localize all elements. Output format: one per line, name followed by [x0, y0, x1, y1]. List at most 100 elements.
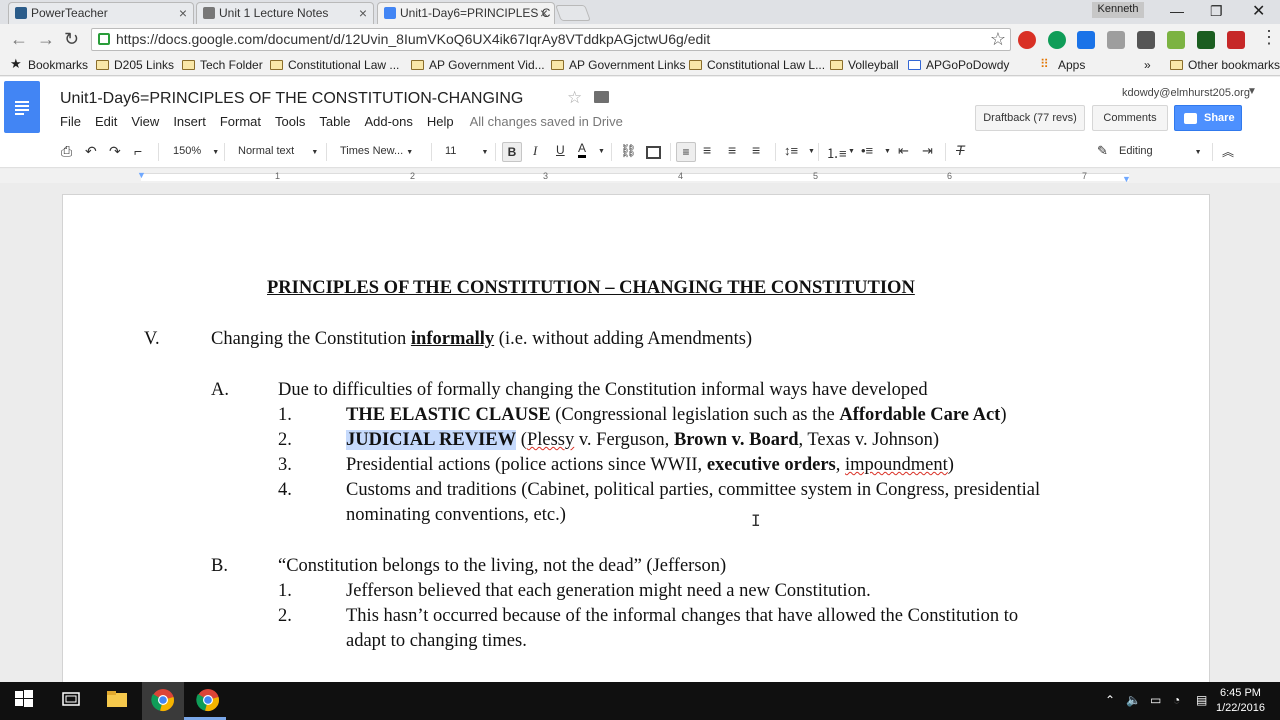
- decrease-indent-icon[interactable]: ⇤: [898, 143, 909, 159]
- wifi-icon[interactable]: ◔: [1173, 693, 1180, 707]
- document-title[interactable]: Unit1-Day6=PRINCIPLES OF THE CONSTITUTIO…: [60, 90, 523, 108]
- extension-icon[interactable]: [1137, 31, 1155, 49]
- chrome-icon[interactable]: [151, 688, 177, 714]
- bookmark-folder[interactable]: AP Government Links: [551, 58, 686, 72]
- battery-icon[interactable]: ▭: [1150, 693, 1161, 707]
- minimize-icon[interactable]: —: [1170, 3, 1184, 19]
- folder-icon[interactable]: [594, 91, 609, 103]
- bookmark-folder[interactable]: Volleyball: [830, 58, 899, 72]
- font-size-select[interactable]: 11 ▼: [445, 145, 488, 157]
- line-spacing-icon[interactable]: ↕≡: [784, 143, 798, 158]
- justify-icon[interactable]: ≡: [752, 142, 760, 158]
- tab-powerteacher[interactable]: PowerTeacher ×: [8, 2, 194, 24]
- bookmark-folder[interactable]: Constitutional Law L...: [689, 58, 825, 72]
- extension-icon[interactable]: [1227, 31, 1245, 49]
- numbered-list-icon[interactable]: ⒈≡: [826, 143, 847, 162]
- bookmark-link[interactable]: APGoPoDowdy: [908, 58, 1009, 72]
- star-icon[interactable]: ☆: [567, 88, 582, 108]
- bookmark-folder[interactable]: Tech Folder: [182, 58, 263, 72]
- menu-addons[interactable]: Add-ons: [364, 114, 412, 129]
- align-right-icon[interactable]: ≡: [728, 142, 736, 158]
- indent-marker-icon[interactable]: ▼: [137, 170, 146, 180]
- system-clock[interactable]: 6:45 PM 1/22/2016: [1216, 686, 1265, 716]
- menu-tools[interactable]: Tools: [275, 114, 305, 129]
- align-left-button[interactable]: ≡: [676, 142, 696, 162]
- docs-logo-icon[interactable]: [4, 81, 40, 133]
- draftback-button[interactable]: Draftback (77 revs): [975, 105, 1085, 131]
- new-tab-button[interactable]: [555, 5, 591, 21]
- volume-icon[interactable]: 🔈: [1126, 693, 1141, 707]
- menu-view[interactable]: View: [131, 114, 159, 129]
- increase-indent-icon[interactable]: ⇥: [922, 143, 933, 159]
- account-email[interactable]: kdowdy@elmhurst205.org: [1122, 87, 1250, 99]
- adblock-icon[interactable]: [1018, 31, 1036, 49]
- chevron-down-icon[interactable]: ▼: [1247, 86, 1257, 97]
- close-icon[interactable]: ×: [179, 5, 187, 21]
- menu-insert[interactable]: Insert: [173, 114, 206, 129]
- close-window-icon[interactable]: ✕: [1252, 1, 1265, 21]
- chevron-down-icon[interactable]: ▼: [884, 148, 891, 155]
- chevron-down-icon[interactable]: ▼: [808, 148, 815, 155]
- align-center-icon[interactable]: ≡: [703, 142, 711, 158]
- profile-badge[interactable]: Kenneth: [1092, 2, 1144, 18]
- extension-icon[interactable]: [1167, 31, 1185, 49]
- document-page[interactable]: PRINCIPLES OF THE CONSTITUTION – CHANGIN…: [62, 194, 1210, 682]
- tab-lecture-notes[interactable]: Unit 1 Lecture Notes ×: [196, 2, 374, 24]
- back-icon[interactable]: ←: [10, 29, 28, 50]
- comments-button[interactable]: Comments: [1092, 105, 1168, 131]
- bookmarks-button[interactable]: ★ Bookmarks: [10, 56, 88, 72]
- menu-icon[interactable]: ⋮: [1260, 27, 1278, 48]
- bookmarks-overflow[interactable]: »: [1144, 58, 1151, 72]
- menu-help[interactable]: Help: [427, 114, 454, 129]
- chevron-up-icon[interactable]: ⌃: [1105, 693, 1115, 707]
- chevron-down-icon[interactable]: ▼: [848, 148, 855, 155]
- bookmark-folder[interactable]: Constitutional Law ...: [270, 58, 399, 72]
- comment-icon[interactable]: [646, 146, 661, 159]
- underline-button[interactable]: U: [556, 143, 565, 157]
- bookmark-folder[interactable]: Other bookmarks: [1170, 58, 1280, 72]
- extension-icon[interactable]: [1197, 31, 1215, 49]
- menu-table[interactable]: Table: [319, 114, 350, 129]
- style-select[interactable]: Normal text ▼: [238, 145, 318, 157]
- close-icon[interactable]: ×: [359, 5, 367, 21]
- editing-mode-select[interactable]: Editing ▼: [1119, 145, 1202, 157]
- bold-button[interactable]: B: [502, 142, 522, 162]
- italic-button[interactable]: I: [533, 143, 537, 159]
- menu-file[interactable]: File: [60, 114, 81, 129]
- bookmark-folder[interactable]: AP Government Vid...: [411, 58, 545, 72]
- chevron-down-icon[interactable]: ▼: [598, 148, 605, 155]
- print-icon[interactable]: ⎙: [61, 143, 72, 160]
- bookmark-star-icon[interactable]: ☆: [990, 29, 1006, 50]
- maximize-icon[interactable]: ❐: [1210, 3, 1223, 20]
- link-icon[interactable]: ⛓: [620, 143, 637, 159]
- zoom-select[interactable]: 150% ▼: [173, 145, 219, 157]
- reload-icon[interactable]: ↻: [64, 29, 79, 50]
- close-icon[interactable]: ×: [540, 5, 548, 21]
- share-button[interactable]: Share: [1174, 105, 1242, 131]
- extension-icon[interactable]: [1077, 31, 1095, 49]
- file-explorer-icon[interactable]: [105, 688, 131, 714]
- task-view-icon[interactable]: [60, 688, 86, 714]
- bulleted-list-icon[interactable]: •≡: [861, 143, 873, 158]
- grammarly-icon[interactable]: [1048, 31, 1066, 49]
- apps-button[interactable]: ⠿ Apps: [1040, 57, 1085, 72]
- spellcheck-word[interactable]: Plessy: [527, 430, 574, 450]
- bookmark-folder[interactable]: D205 Links: [96, 58, 174, 72]
- address-bar[interactable]: https://docs.google.com/document/d/12Uvi…: [91, 28, 1011, 51]
- text-color-button[interactable]: A: [578, 142, 587, 158]
- save-status[interactable]: All changes saved in Drive: [470, 114, 623, 129]
- chrome-icon[interactable]: [196, 688, 222, 714]
- paint-format-icon[interactable]: ⌐: [134, 143, 142, 159]
- redo-icon[interactable]: ↷: [109, 143, 121, 160]
- clear-formatting-icon[interactable]: T: [956, 142, 965, 158]
- collapse-menus-icon[interactable]: ︽: [1222, 143, 1234, 160]
- tab-current-doc[interactable]: Unit1-Day6=PRINCIPLES C ×: [377, 2, 555, 24]
- menu-format[interactable]: Format: [220, 114, 261, 129]
- notification-icon[interactable]: ▤: [1196, 693, 1207, 707]
- menu-edit[interactable]: Edit: [95, 114, 117, 129]
- forward-icon[interactable]: →: [37, 29, 55, 50]
- undo-icon[interactable]: ↶: [85, 143, 97, 160]
- spellcheck-word[interactable]: impoundment: [845, 455, 948, 475]
- extension-icon[interactable]: [1107, 31, 1125, 49]
- windows-start-icon[interactable]: [14, 688, 40, 714]
